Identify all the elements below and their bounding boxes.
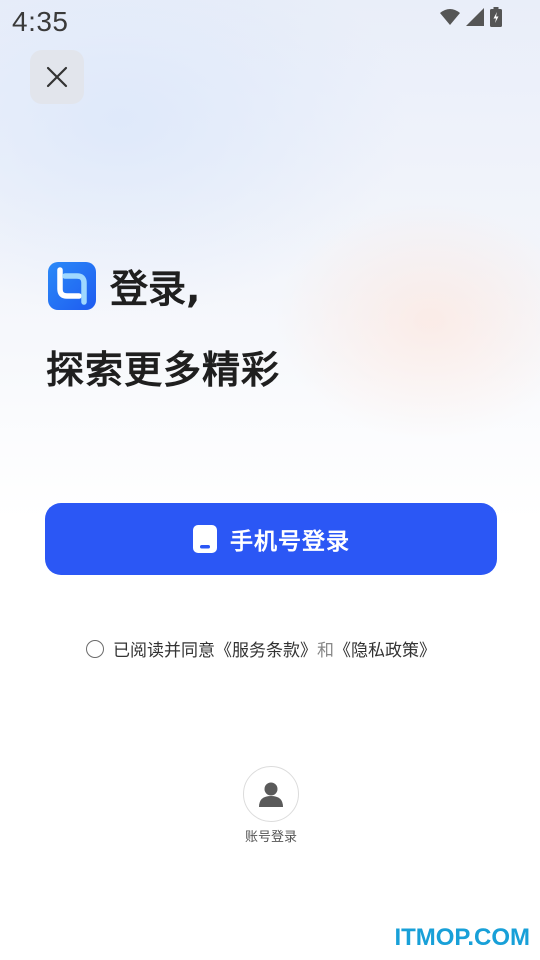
page-title: 登录,	[110, 267, 201, 311]
hero-heading: 登录, 探索更多精彩	[46, 258, 281, 394]
status-time: 4:35	[12, 6, 69, 37]
user-icon	[259, 782, 283, 807]
account-login-circle[interactable]	[243, 766, 299, 822]
account-login-button[interactable]: 账号登录	[243, 766, 299, 845]
status-bar: 4:35	[0, 0, 540, 44]
page-subtitle: 探索更多精彩	[46, 348, 281, 392]
phone-login-label: 手机号登录	[230, 529, 350, 555]
close-button[interactable]	[30, 50, 84, 104]
close-icon	[46, 66, 68, 88]
agreement-and: 和	[317, 641, 334, 661]
phone-icon	[193, 525, 217, 553]
account-login-label: 账号登录	[244, 830, 297, 845]
agreement-text: 已阅读并同意	[113, 641, 215, 661]
terms-link[interactable]: 《服务条款》	[215, 636, 317, 661]
phone-login-button[interactable]: 手机号登录	[45, 503, 497, 575]
status-icons	[440, 7, 502, 27]
watermark-logo: ITMOP.COM	[394, 924, 530, 951]
privacy-link[interactable]: 《隐私政策》	[334, 636, 436, 661]
agreement-row: 已阅读并同意 《服务条款》 和 《隐私政策》	[86, 636, 436, 661]
signal-icon	[466, 8, 484, 26]
agreement-checkbox[interactable]	[86, 639, 104, 658]
app-logo	[48, 261, 96, 310]
battery-charging-icon	[490, 7, 502, 27]
wifi-icon	[440, 9, 460, 25]
